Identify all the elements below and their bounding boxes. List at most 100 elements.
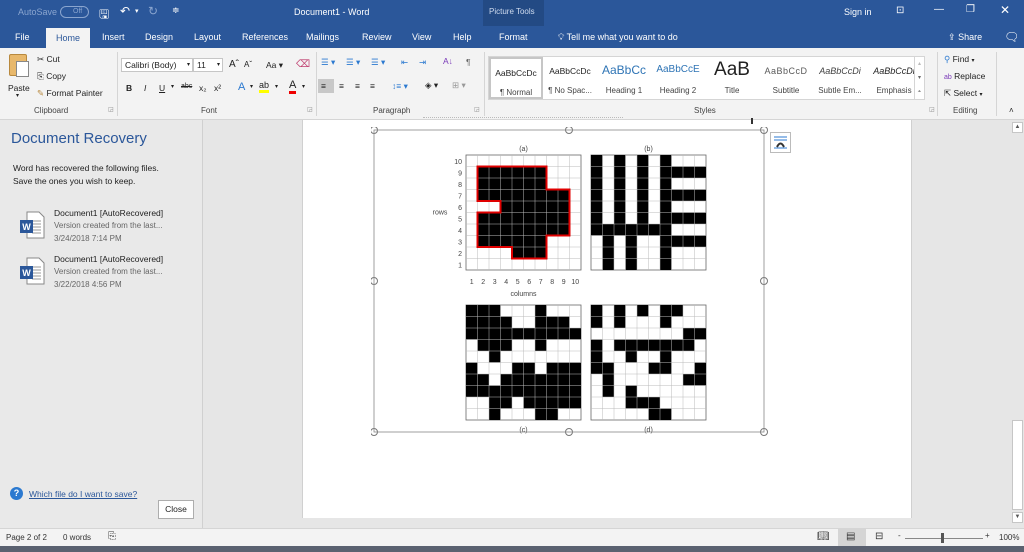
styles-launcher-icon[interactable]: ◲ [929, 106, 935, 113]
styles-more-icon[interactable]: ⩡ [915, 85, 924, 99]
font-color-dropdown-icon[interactable]: ▾ [302, 83, 305, 90]
styles-up-icon[interactable]: ▴ [915, 57, 924, 71]
zoom-in-button[interactable]: + [985, 531, 990, 540]
recovered-file-item[interactable]: W Document1 [AutoRecovered] Version crea… [16, 254, 201, 296]
close-recovery-button[interactable]: Close [158, 500, 194, 519]
tab-file[interactable]: File [7, 26, 38, 48]
vertical-scrollbar[interactable]: ▲ ▼ [1010, 120, 1024, 528]
justify-icon[interactable]: ≡ [370, 81, 375, 91]
increase-indent-icon[interactable]: ⇥ [419, 57, 426, 68]
scroll-thumb[interactable] [1012, 420, 1023, 510]
which-file-help-link[interactable]: Which file do I want to save? [29, 489, 137, 499]
italic-button[interactable]: I [144, 83, 146, 93]
text-effects-dropdown-icon[interactable]: ▾ [250, 83, 253, 90]
find-button[interactable]: ⚲ Find ▾ [944, 54, 975, 65]
read-mode-icon[interactable]: 📖︎ [817, 531, 830, 542]
copy-button[interactable]: ⎘ Copy [37, 71, 66, 82]
select-button[interactable]: ⇱ Select ▾ [944, 88, 983, 99]
highlight-dropdown-icon[interactable]: ▾ [275, 83, 278, 90]
style-heading-1[interactable]: AaBbCc Heading 1 [597, 57, 651, 99]
minimize-icon[interactable]: — [934, 4, 944, 15]
tell-me-search[interactable]: 💡︎ Tell me what you want to do [550, 26, 686, 48]
font-launcher-icon[interactable]: ◲ [307, 106, 313, 113]
line-spacing-icon[interactable]: ↕≡ ▾ [392, 81, 408, 92]
tab-layout[interactable]: Layout [186, 26, 229, 48]
figure-image[interactable]: (a)109876543211 2 3 4 5 6 7 8 9 10rowscolumns(b)(… [371, 127, 771, 437]
layout-options-button[interactable] [770, 132, 791, 153]
tab-format[interactable]: Format [491, 26, 536, 48]
strikethrough-button[interactable]: abc [181, 83, 192, 90]
tab-insert[interactable]: Insert [94, 26, 133, 48]
styles-down-icon[interactable]: ▾ [915, 71, 924, 85]
font-color-icon[interactable]: A [289, 80, 297, 94]
autosave-toggle[interactable]: Off [60, 6, 89, 18]
sort-icon[interactable]: A↓ [443, 56, 453, 66]
paragraph-launcher-icon[interactable]: ◲ [474, 106, 480, 113]
proofing-icon[interactable]: ⎘ [108, 531, 116, 542]
tab-mailings[interactable]: Mailings [298, 26, 347, 48]
style-subtle-emphasis[interactable]: AaBbCcDi Subtle Em... [813, 57, 867, 99]
clipboard-launcher-icon[interactable]: ◲ [108, 106, 114, 113]
close-window-icon[interactable]: ✕ [1000, 3, 1010, 17]
font-name-combo[interactable]: Calibri (Body) ▾ [121, 58, 193, 72]
zoom-out-button[interactable]: - [898, 531, 901, 540]
show-formatting-icon[interactable]: ¶ [466, 57, 471, 67]
recovered-file-item[interactable]: W Document1 [AutoRecovered] Version crea… [16, 208, 201, 250]
cut-button[interactable]: ✂ Cut [37, 54, 60, 65]
bold-button[interactable]: B [126, 83, 132, 93]
align-right-icon[interactable]: ≡ [355, 81, 360, 91]
zoom-slider-thumb[interactable] [941, 533, 944, 543]
undo-dropdown-icon[interactable]: ▾ [135, 7, 139, 15]
style-subtitle[interactable]: AaBbCcD Subtitle [759, 57, 813, 99]
numbering-icon[interactable]: ☰ ▾ [346, 57, 360, 68]
restore-icon[interactable]: ❐ [966, 4, 975, 15]
font-size-combo[interactable]: 11 ▾ [193, 58, 223, 72]
undo-icon[interactable]: ↶ [120, 4, 130, 18]
tab-help[interactable]: Help [445, 26, 480, 48]
scroll-down-icon[interactable]: ▼ [1012, 512, 1023, 523]
style-title[interactable]: AaB Title [705, 57, 759, 99]
tab-references[interactable]: References [234, 26, 296, 48]
style-emphasis[interactable]: AaBbCcDi Emphasis [867, 57, 921, 99]
web-layout-icon[interactable]: ⊟ [875, 531, 883, 542]
shrink-font-icon[interactable]: Aˇ [244, 60, 252, 69]
style-normal[interactable]: AaBbCcDc ¶ Normal [489, 57, 543, 99]
styles-scroll[interactable]: ▴ ▾ ⩡ [914, 57, 924, 99]
subscript-button[interactable]: x₂ [199, 83, 207, 93]
style-heading-2[interactable]: AaBbCcE Heading 2 [651, 57, 705, 99]
paste-button[interactable]: Paste ▾ [6, 52, 32, 99]
page-count[interactable]: Page 2 of 2 [6, 533, 47, 542]
zoom-level[interactable]: 100% [999, 533, 1019, 542]
word-count[interactable]: 0 words [63, 533, 91, 542]
collapse-ribbon-icon[interactable]: ˄ [1009, 106, 1014, 115]
decrease-indent-icon[interactable]: ⇤ [401, 57, 408, 68]
save-icon[interactable]: 🖫 [99, 5, 109, 26]
document-page[interactable]: (a) 10 9 8 7 6 5 4 3 2 1 1 2 3 4 5 6 7 8 9 10 rows columns (b)(… [302, 117, 912, 518]
underline-dropdown-icon[interactable]: ▾ [171, 83, 174, 90]
superscript-button[interactable]: x² [214, 83, 221, 93]
highlight-icon[interactable]: ab [259, 81, 270, 93]
ribbon-display-options-icon[interactable]: ⊡ [896, 5, 904, 16]
change-case-button[interactable]: Aa ▾ [266, 60, 283, 71]
style-no-spacing[interactable]: AaBbCcDc ¶ No Spac... [543, 57, 597, 99]
tab-home[interactable]: Home [46, 28, 91, 48]
multilevel-list-icon[interactable]: ☰ ▾ [371, 57, 385, 68]
format-painter-button[interactable]: ✎ Format Painter [37, 88, 103, 99]
borders-icon[interactable]: ⊞ ▾ [452, 80, 466, 91]
text-effects-icon[interactable]: A [238, 81, 245, 93]
scroll-up-icon[interactable]: ▲ [1012, 122, 1023, 133]
shading-icon[interactable]: ◈ ▾ [425, 80, 438, 91]
customize-qat-icon[interactable]: ≑ [172, 5, 180, 16]
share-button[interactable]: ⇪ Share [940, 26, 990, 48]
redo-icon[interactable]: ↻ [148, 4, 158, 18]
align-center-icon[interactable]: ≡ [339, 81, 344, 91]
tab-design[interactable]: Design [137, 26, 181, 48]
underline-button[interactable]: U [159, 83, 165, 93]
zoom-slider-track[interactable] [905, 538, 983, 539]
bullets-icon[interactable]: ☰ ▾ [321, 57, 335, 68]
comments-icon[interactable]: 🗨︎ [996, 26, 1024, 48]
tab-review[interactable]: Review [354, 26, 400, 48]
grow-font-icon[interactable]: Aˆ [229, 59, 239, 70]
clear-formatting-icon[interactable]: ⌫ [296, 59, 310, 70]
tab-view[interactable]: View [404, 26, 439, 48]
